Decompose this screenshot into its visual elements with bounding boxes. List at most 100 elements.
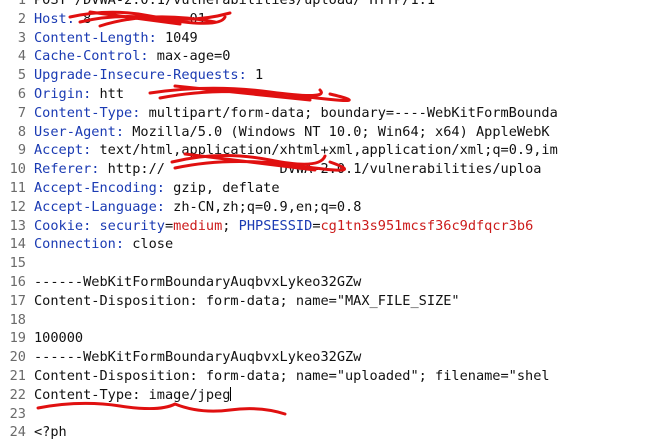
line-content: Connection: close	[34, 235, 173, 254]
line-token: zh-CN,zh;q=0.9,en;q=0.8	[173, 198, 362, 215]
editor-line[interactable]: 13 Cookie: security=medium; PHPSESSID=cg1…	[0, 217, 666, 236]
line-token: DVWA-2.0.1/vulnerabilities/uploa	[279, 161, 542, 178]
line-token: medium	[173, 217, 223, 234]
editor-line[interactable]: 19 100000	[0, 329, 666, 348]
editor-line[interactable]: 12 Accept-Language: zh-CN,zh;q=0.9,en;q=0…	[0, 198, 666, 217]
line-token: gzip, deflate	[173, 179, 280, 196]
line-token: htt	[99, 85, 125, 102]
line-number: 7	[17, 104, 26, 121]
line-content: 100000	[34, 329, 83, 348]
editor-line[interactable]: 15	[0, 254, 666, 273]
line-token: close	[132, 236, 174, 253]
editor-line[interactable]: 9 Accept: text/html,application/xhtml+xml…	[0, 141, 666, 160]
line-token: Content-Disposition: form-data; name="MA…	[34, 292, 460, 309]
line-token: POST /DVWA-2.0.1/vulnerabilities/upload/…	[34, 0, 436, 8]
line-token: Content-Disposition: form-data; name="up…	[34, 367, 550, 384]
editor-line[interactable]: 5 Upgrade-Insecure-Requests: 1	[0, 66, 666, 85]
editor-line[interactable]: 7 Content-Type: multipart/form-data; boun…	[0, 104, 666, 123]
line-content: Host: 8 01	[34, 10, 206, 29]
line-number: 21	[9, 367, 26, 384]
line-token: Origin:	[34, 85, 100, 102]
editor-line[interactable]: 1 POST /DVWA-2.0.1/vulnerabilities/upload…	[0, 0, 666, 10]
line-number: 17	[9, 292, 26, 309]
editor-line[interactable]: 16 ------WebKitFormBoundaryAuqbvxLykeo32G…	[0, 273, 666, 292]
line-content: Content-Disposition: form-data; name="up…	[34, 367, 550, 386]
editor-line[interactable]: 24 <?ph	[0, 423, 666, 442]
line-content: POST /DVWA-2.0.1/vulnerabilities/upload/…	[34, 0, 435, 10]
editor-line[interactable]: 17 Content-Disposition: form-data; name="…	[0, 292, 666, 311]
line-number: 20	[9, 349, 26, 366]
line-token: Connection:	[34, 236, 133, 253]
line-token: User-Agent:	[34, 123, 133, 140]
editor-line[interactable]: 2 Host: 8 01	[0, 10, 666, 29]
line-token: Accept-Language:	[34, 198, 174, 215]
line-token: cg1tn3s951mcsf36c9dfqcr3b6	[320, 217, 534, 234]
editor-line[interactable]: 11 Accept-Encoding: gzip, deflate	[0, 179, 666, 198]
editor-line[interactable]: 21 Content-Disposition: form-data; name="…	[0, 367, 666, 386]
editor-line[interactable]: 20 ------WebKitFormBoundaryAuqbvxLykeo32G…	[0, 348, 666, 367]
line-token: Referer:	[34, 161, 108, 178]
line-content: Referer: http:// DVWA-2.0.1/vulnerabilit…	[34, 160, 541, 179]
line-content: <?ph	[34, 423, 67, 442]
line-number: 22	[9, 386, 26, 403]
line-number: 4	[17, 48, 26, 65]
line-number: 3	[17, 29, 26, 46]
line-token: 100000	[34, 330, 84, 347]
line-number: 5	[17, 67, 26, 84]
line-content: Cache-Control: max-age=0	[34, 47, 230, 66]
line-token: <?ph	[34, 424, 67, 441]
line-number: 14	[9, 236, 26, 253]
line-token: multipart/form-data; boundary=----WebKit…	[148, 104, 558, 121]
line-token: =	[164, 217, 174, 234]
editor-line[interactable]: 4 Cache-Control: max-age=0	[0, 47, 666, 66]
line-token: http://	[107, 161, 165, 178]
line-content: User-Agent: Mozilla/5.0 (Windows NT 10.0…	[34, 123, 550, 142]
line-token: ------WebKitFormBoundaryAuqbvxLykeo32GZw	[34, 349, 362, 366]
line-content: Upgrade-Insecure-Requests: 1	[34, 66, 263, 85]
line-token: Cookie:	[34, 217, 100, 234]
line-token: =	[312, 217, 321, 234]
line-token: PHPSESSID	[238, 217, 313, 234]
editor-line[interactable]: 22 Content-Type: image/jpeg	[0, 386, 666, 405]
editor-line[interactable]: 3 Content-Length: 1049	[0, 29, 666, 48]
line-token: Upgrade-Insecure-Requests:	[34, 67, 255, 84]
editor-line[interactable]: 14 Connection: close	[0, 235, 666, 254]
line-number: 16	[9, 273, 26, 290]
line-number: 19	[9, 330, 26, 347]
line-number: 1	[17, 0, 26, 8]
line-token: max-age=0	[156, 48, 231, 65]
request-editor[interactable]: 1 POST /DVWA-2.0.1/vulnerabilities/upload…	[0, 0, 666, 442]
editor-line[interactable]: 23	[0, 405, 666, 424]
line-token: 1049	[164, 29, 198, 46]
editor-line[interactable]: 8 User-Agent: Mozilla/5.0 (Windows NT 10.…	[0, 123, 666, 142]
line-number: 11	[9, 179, 26, 196]
line-token: Accept-Encoding:	[34, 179, 174, 196]
editor-line[interactable]: 6 Origin: htt	[0, 85, 666, 104]
line-token: Content-Length:	[34, 29, 165, 46]
line-content: Content-Type: multipart/form-data; bound…	[34, 104, 558, 123]
line-token: text/html,application/xhtml+xml,applicat…	[99, 142, 558, 159]
line-number: 8	[17, 123, 26, 140]
line-number: 9	[17, 142, 26, 159]
line-token: ------WebKitFormBoundaryAuqbvxLykeo32GZw	[34, 273, 362, 290]
line-content: Accept: text/html,application/xhtml+xml,…	[34, 141, 558, 160]
line-number: 18	[9, 311, 26, 328]
line-content: Accept-Language: zh-CN,zh;q=0.9,en;q=0.8	[34, 198, 361, 217]
line-token: Content-Type:	[34, 104, 149, 121]
line-number: 10	[9, 161, 26, 178]
line-token: 01	[189, 10, 206, 27]
line-content: ------WebKitFormBoundaryAuqbvxLykeo32GZw	[34, 348, 361, 367]
line-token: Content-Type: image/jpeg	[34, 386, 231, 403]
line-content: Accept-Encoding: gzip, deflate	[34, 179, 280, 198]
line-number: 15	[9, 255, 26, 272]
line-token: security	[99, 217, 165, 234]
line-number: 6	[17, 85, 26, 102]
line-token: Mozilla/5.0 (Windows NT 10.0; Win64; x64…	[132, 123, 550, 140]
line-token: Accept:	[34, 142, 100, 159]
editor-line[interactable]: 10 Referer: http:// DVWA-2.0.1/vulnerabil…	[0, 160, 666, 179]
line-token: 1	[254, 67, 264, 84]
line-content: Cookie: security=medium; PHPSESSID=cg1tn…	[34, 217, 533, 236]
line-token	[91, 11, 189, 27]
line-number: 2	[17, 10, 26, 27]
editor-line[interactable]: 18	[0, 311, 666, 330]
